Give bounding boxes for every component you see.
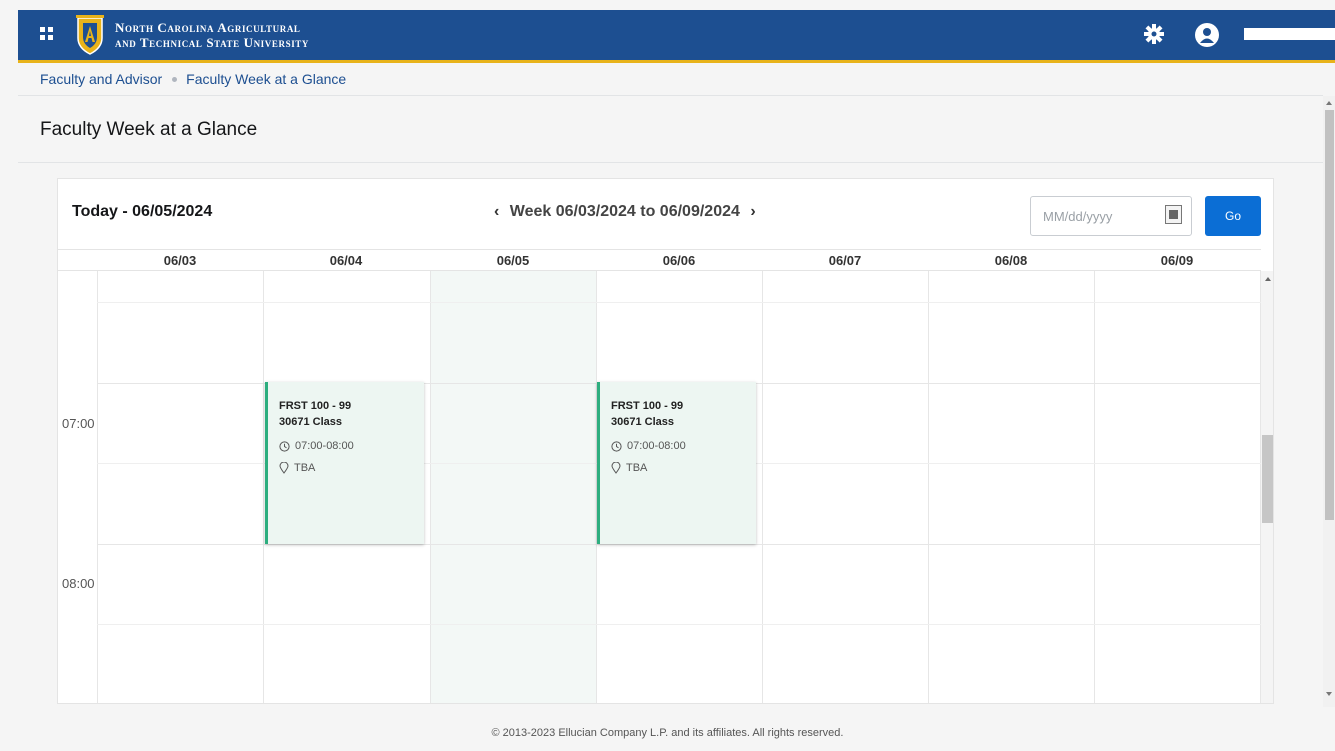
footer-copyright: © 2013-2023 Ellucian Company L.P. and it… bbox=[491, 727, 844, 739]
day-header: 06/06 bbox=[662, 253, 696, 268]
day-header: 06/05 bbox=[496, 253, 530, 268]
event-crn-type: 30671 Class bbox=[279, 416, 342, 428]
week-range-label: Week 06/03/2024 to 06/09/2024 bbox=[509, 203, 740, 220]
location-pin-icon bbox=[279, 462, 289, 474]
time-label: 07:00 bbox=[62, 416, 95, 431]
day-header: 06/08 bbox=[994, 253, 1028, 268]
go-button[interactable]: Go bbox=[1205, 196, 1261, 236]
breadcrumb-faculty-week-at-a-glance[interactable]: Faculty Week at a Glance bbox=[186, 71, 346, 87]
university-name-line1: North Carolina Agricultural bbox=[115, 20, 301, 35]
calendar-event[interactable]: FRST 100 - 99 30671 Class 07:00-08:00 TB… bbox=[597, 382, 756, 544]
grid-column-line bbox=[1094, 271, 1095, 703]
event-location: TBA bbox=[294, 462, 316, 474]
university-logo bbox=[76, 15, 104, 55]
grid-menu-icon[interactable] bbox=[40, 27, 56, 43]
clock-icon bbox=[279, 440, 290, 452]
grid-column-line bbox=[430, 271, 431, 703]
today-label: Today - 06/05/2024 bbox=[72, 203, 213, 220]
breadcrumb-divider bbox=[18, 95, 1323, 96]
event-crn-type: 30671 Class bbox=[611, 416, 674, 428]
page-scroll-down-arrow[interactable] bbox=[1326, 692, 1332, 696]
week-navigation: ‹ Week 06/03/2024 to 06/09/2024 › bbox=[488, 203, 762, 221]
breadcrumb: Faculty and Advisor Faculty Week at a Gla… bbox=[40, 71, 346, 87]
location-pin-icon bbox=[611, 462, 621, 474]
page-scrollbar-thumb[interactable] bbox=[1325, 110, 1334, 520]
event-time: 07:00-08:00 bbox=[295, 440, 354, 452]
grid-row-line bbox=[97, 624, 1261, 625]
event-time-row: 07:00-08:00 bbox=[279, 440, 424, 452]
calendar-scrollbar-thumb[interactable] bbox=[1262, 435, 1273, 523]
grid-column-line bbox=[928, 271, 929, 703]
next-week-button[interactable]: › bbox=[744, 203, 761, 221]
page-scroll-up-arrow[interactable] bbox=[1326, 101, 1332, 105]
day-header: 06/09 bbox=[1160, 253, 1194, 268]
grid-column-line bbox=[762, 271, 763, 703]
breadcrumb-faculty-and-advisor[interactable]: Faculty and Advisor bbox=[40, 71, 162, 87]
username-field[interactable] bbox=[1244, 28, 1335, 40]
grid-row-line bbox=[97, 302, 1261, 303]
calendar-icon[interactable] bbox=[1165, 205, 1182, 224]
time-label: 08:00 bbox=[62, 576, 95, 591]
event-location-row: TBA bbox=[279, 462, 424, 474]
university-name-line2: and Technical State University bbox=[115, 35, 309, 50]
grid-column-line bbox=[263, 271, 264, 703]
breadcrumb-separator bbox=[172, 76, 178, 82]
day-header: 06/04 bbox=[329, 253, 363, 268]
day-header: 06/07 bbox=[828, 253, 862, 268]
calendar-scroll-up-arrow[interactable] bbox=[1265, 277, 1271, 281]
event-time-row: 07:00-08:00 bbox=[611, 440, 756, 452]
header-accent-line bbox=[18, 60, 1335, 63]
calendar-grid: 07:00 08:00 FRST 100 - 99 30671 Class 07… bbox=[58, 271, 1261, 703]
event-time: 07:00-08:00 bbox=[627, 440, 686, 452]
gear-icon[interactable] bbox=[1143, 23, 1165, 45]
title-divider bbox=[18, 162, 1323, 163]
day-header: 06/03 bbox=[163, 253, 197, 268]
page-title: Faculty Week at a Glance bbox=[40, 119, 258, 140]
top-navigation-bar: North Carolina Agricultural and Technica… bbox=[18, 10, 1335, 60]
previous-week-button[interactable]: ‹ bbox=[488, 203, 505, 221]
event-course: FRST 100 - 99 bbox=[611, 400, 684, 412]
today-column-highlight bbox=[430, 271, 596, 703]
user-icon[interactable] bbox=[1194, 22, 1220, 48]
grid-row-line bbox=[97, 544, 1261, 545]
event-course: FRST 100 - 99 bbox=[279, 400, 352, 412]
week-calendar-card: Today - 06/05/2024 ‹ Week 06/03/2024 to … bbox=[57, 178, 1274, 704]
calendar-event[interactable]: FRST 100 - 99 30671 Class 07:00-08:00 TB… bbox=[265, 382, 424, 544]
day-header-row: 06/03 06/04 06/05 06/06 06/07 06/08 06/0… bbox=[58, 249, 1261, 271]
event-location: TBA bbox=[626, 462, 648, 474]
event-location-row: TBA bbox=[611, 462, 756, 474]
clock-icon bbox=[611, 440, 622, 452]
grid-column-line bbox=[97, 271, 98, 703]
university-name: North Carolina Agricultural and Technica… bbox=[115, 20, 309, 50]
